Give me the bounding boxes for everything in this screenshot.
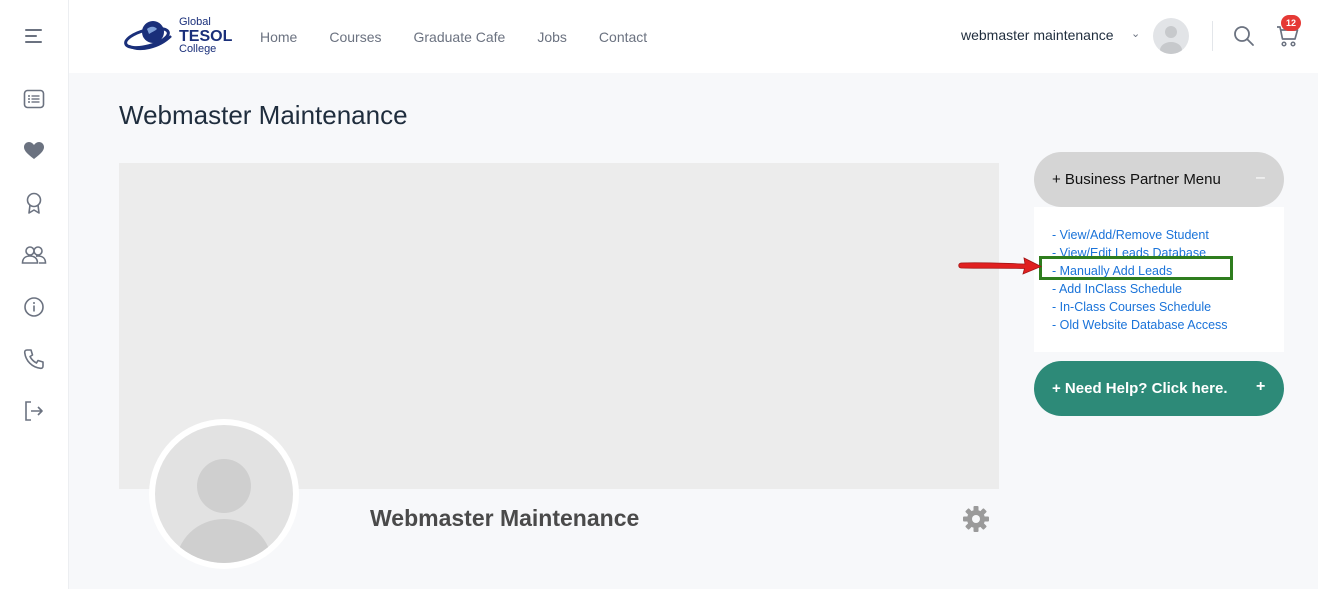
gear-icon[interactable] [962,505,990,538]
menu-link-old-website-database-access[interactable]: - Old Website Database Access [1052,318,1228,332]
user-avatar[interactable] [1153,18,1189,54]
nav-contact[interactable]: Contact [599,29,647,45]
logout-icon[interactable] [20,397,48,425]
collapse-icon: – [1256,169,1265,186]
business-partner-menu-toggle[interactable]: + Business Partner Menu – [1034,152,1284,207]
menu-link-view-add-remove-student[interactable]: - View/Add/Remove Student [1052,228,1209,242]
highlight-box [1039,256,1233,280]
info-icon[interactable] [20,293,48,321]
expand-icon: + [1256,378,1266,395]
heart-icon[interactable] [20,137,48,165]
business-partner-menu-title: + Business Partner Menu [1052,171,1221,188]
logo-line3: College [179,43,216,55]
nav-home[interactable]: Home [260,29,297,45]
site-logo[interactable]: Global TESOL College [119,12,239,60]
phone-icon[interactable] [20,345,48,373]
divider [1212,21,1213,51]
nav-courses[interactable]: Courses [329,29,381,45]
menu-link-add-inclass-schedule[interactable]: - Add InClass Schedule [1052,282,1182,296]
page-title: Webmaster Maintenance [119,100,408,130]
need-help-button[interactable]: + Need Help? Click here. + [1034,361,1284,416]
left-sidebar [0,0,69,589]
nav-graduate-cafe[interactable]: Graduate Cafe [414,29,506,45]
profile-name: Webmaster Maintenance [370,505,640,531]
main-nav: Home Courses Graduate Cafe Jobs Contact [260,0,679,73]
nav-jobs[interactable]: Jobs [537,29,567,45]
red-arrow-annotation [955,254,1045,283]
users-icon[interactable] [20,241,48,269]
cart-count-badge: 12 [1281,15,1301,31]
award-icon[interactable] [20,189,48,217]
list-icon[interactable] [20,85,48,113]
search-icon[interactable] [1233,25,1255,52]
user-menu-name[interactable]: webmaster maintenance [961,27,1114,43]
logo-line1: Global [179,16,211,28]
menu-icon[interactable] [20,22,48,50]
top-navbar: Global TESOL College Home Courses Gradua… [69,0,1318,73]
menu-link-inclass-courses-schedule[interactable]: - In-Class Courses Schedule [1052,300,1211,314]
chevron-down-icon[interactable]: ⌄ [1131,27,1140,40]
need-help-label: + Need Help? Click here. [1052,380,1228,397]
profile-avatar[interactable] [149,419,299,569]
